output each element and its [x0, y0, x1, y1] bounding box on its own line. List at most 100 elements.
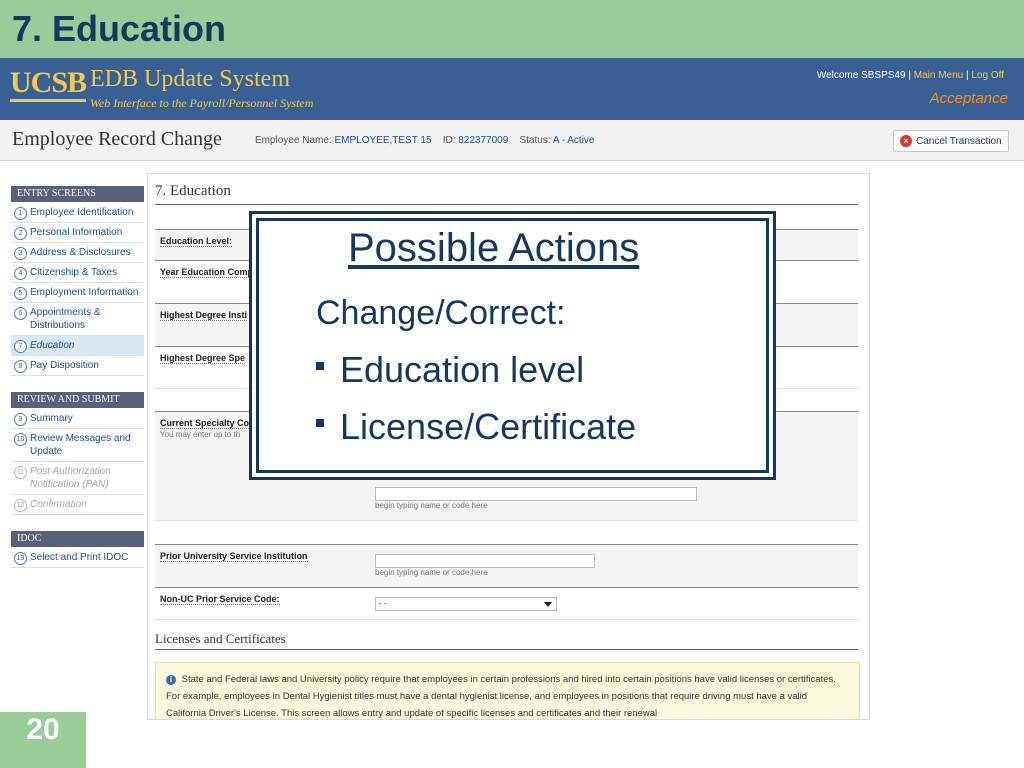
- step-number-icon: 4: [14, 267, 27, 280]
- log-off-link[interactable]: Log Off: [971, 70, 1004, 81]
- sidebar-item-label: Citizenship & Taxes: [30, 267, 118, 278]
- step-number-icon: 7: [14, 340, 27, 353]
- non-uc-service-value: - -: [379, 599, 387, 608]
- step-number-icon: 6: [14, 307, 27, 320]
- sidebar-item-citizenship-taxes[interactable]: 4 Citizenship & Taxes: [11, 263, 144, 283]
- prior-service-hint: begin typing name or code here: [375, 568, 488, 577]
- current-specialty-note: You may enter up to th: [160, 430, 241, 439]
- chevron-down-icon: [544, 602, 552, 607]
- cancel-icon: ×: [900, 135, 912, 147]
- sidebar-item-label: Review Messages and Update: [30, 433, 131, 457]
- sidebar-item-label: Personal Information: [30, 227, 123, 238]
- possible-action-label: Education level: [340, 349, 585, 390]
- cancel-label: Cancel Transaction: [916, 135, 1002, 147]
- system-subtitle: Web Interface to the Payroll/Personnel S…: [90, 96, 314, 110]
- employee-info: Employee Name: EMPLOYEE,TEST 15 ID: 8223…: [255, 135, 595, 146]
- licenses-notice: i State and Federal laws and University …: [155, 662, 860, 720]
- sidebar-item-label: Summary: [30, 413, 73, 424]
- sidebar-item-label: Confirmation: [30, 499, 87, 510]
- sidebar-item-label: Education: [30, 340, 75, 351]
- sidebar-heading-idoc: IDOC: [11, 531, 144, 547]
- status-label: Status:: [519, 135, 551, 146]
- sidebar-item-label: Post Authorization Notification (PAN): [30, 466, 111, 490]
- step-number-icon: 2: [14, 227, 27, 240]
- section-title: 7. Education: [155, 183, 231, 199]
- education-level-label: Education Level:: [160, 236, 233, 247]
- employee-name-label: Employee Name:: [255, 135, 332, 146]
- non-uc-service-label: Non-UC Prior Service Code:: [160, 594, 280, 605]
- sidebar-item-label: Address & Disclosures: [30, 247, 131, 258]
- sidebar-item-employee-identification[interactable]: 1 Employee Identification: [11, 203, 144, 223]
- sidebar-heading-review: REVIEW AND SUBMIT: [11, 392, 144, 408]
- sidebar-item-personal-information[interactable]: 2 Personal Information: [11, 223, 144, 243]
- current-specialty-input[interactable]: [375, 487, 697, 501]
- highest-degree-specialty-label: Highest Degree Spe: [160, 353, 246, 364]
- sidebar-item-education[interactable]: 7 Education: [11, 336, 144, 356]
- employee-name-value: EMPLOYEE,TEST 15: [334, 135, 432, 146]
- status-value: A - Active: [552, 135, 595, 146]
- ucsb-logo: UCSB: [10, 66, 87, 99]
- sidebar-item-review-messages[interactable]: 10 Review Messages and Update: [11, 429, 144, 462]
- prior-service-label: Prior University Service Institution: [160, 551, 308, 562]
- prior-service-input[interactable]: [375, 554, 595, 568]
- current-specialty-label: Current Specialty Co: [160, 418, 250, 429]
- sidebar-item-label: Employment Information: [30, 287, 139, 298]
- notice-text-block: i State and Federal laws and University …: [166, 671, 846, 719]
- sidebar-item-pay-disposition[interactable]: 8 Pay Disposition: [11, 356, 144, 376]
- sidebar-item-label: Appointments & Distributions: [30, 307, 101, 331]
- step-number-icon: 10: [14, 433, 27, 446]
- sidebar: ENTRY SCREENS 1 Employee Identification 2…: [11, 186, 144, 568]
- possible-action-item: Education level: [316, 349, 584, 391]
- sidebar-item-label: Select and Print IDOC: [30, 552, 129, 563]
- system-name: EDB Update System: [90, 66, 290, 92]
- page-title: Employee Record Change: [12, 128, 222, 150]
- sidebar-item-summary[interactable]: 9 Summary: [11, 409, 144, 429]
- bullet-square-icon: [316, 419, 324, 428]
- licenses-title: Licenses and Certificates: [155, 631, 286, 646]
- possible-actions-heading: Possible Actions: [348, 226, 640, 270]
- employee-id-label: ID:: [442, 135, 456, 146]
- section-divider: [155, 204, 858, 205]
- step-number-icon: 13: [14, 552, 27, 565]
- step-number-icon: 8: [14, 360, 27, 373]
- header-user-links: Welcome SBSPS49 | Main Menu | Log Off: [817, 70, 1004, 81]
- slide-title: 7. Education: [12, 8, 227, 49]
- sidebar-item-label: Employee Identification: [30, 207, 134, 218]
- sidebar-item-post-authorization: 11 Post Authorization Notification (PAN): [11, 462, 144, 495]
- highest-degree-institution-label: Highest Degree Insti: [160, 310, 248, 321]
- sidebar-item-select-print-idoc[interactable]: 13 Select and Print IDOC: [11, 548, 144, 568]
- cancel-transaction-button[interactable]: × Cancel Transaction: [893, 130, 1009, 152]
- possible-action-item: License/Certificate: [316, 406, 636, 448]
- possible-action-label: License/Certificate: [340, 406, 637, 447]
- sidebar-item-employment-information[interactable]: 5 Employment Information: [11, 283, 144, 303]
- page-number: 20: [26, 713, 60, 746]
- step-number-icon: 1: [14, 207, 27, 220]
- step-number-icon: 9: [14, 413, 27, 426]
- step-number-icon: 3: [14, 247, 27, 260]
- non-uc-service-select[interactable]: - -: [375, 597, 557, 611]
- welcome-text: Welcome SBSPS49: [816, 70, 906, 81]
- logo-underline: [10, 99, 86, 102]
- sidebar-item-address-disclosures[interactable]: 3 Address & Disclosures: [11, 243, 144, 263]
- sidebar-item-appointments-distributions[interactable]: 6 Appointments & Distributions: [11, 303, 144, 336]
- step-number-icon: 12: [14, 499, 27, 512]
- main-menu-link[interactable]: Main Menu: [914, 70, 963, 81]
- step-number-icon: 5: [14, 287, 27, 300]
- info-icon: i: [166, 675, 176, 685]
- employee-id-value: 822377009: [458, 135, 509, 146]
- prior-service-row: Prior University Service Institution beg…: [155, 544, 858, 588]
- non-uc-service-row: Non-UC Prior Service Code: - -: [155, 587, 858, 620]
- environment-label: Acceptance: [929, 90, 1008, 107]
- year-completed-label: Year Education Comp: [160, 267, 254, 278]
- bullet-square-icon: [316, 362, 324, 371]
- step-number-icon: 11: [14, 466, 27, 479]
- notice-text: State and Federal laws and University po…: [166, 674, 836, 719]
- sidebar-item-label: Pay Disposition: [30, 360, 99, 371]
- possible-actions-subheading: Change/Correct:: [316, 294, 566, 332]
- sidebar-heading-entry: ENTRY SCREENS: [11, 186, 144, 202]
- licenses-divider: [155, 649, 858, 650]
- sidebar-item-confirmation: 12 Confirmation: [11, 495, 144, 515]
- current-specialty-hint: begin typing name or code here: [375, 501, 488, 510]
